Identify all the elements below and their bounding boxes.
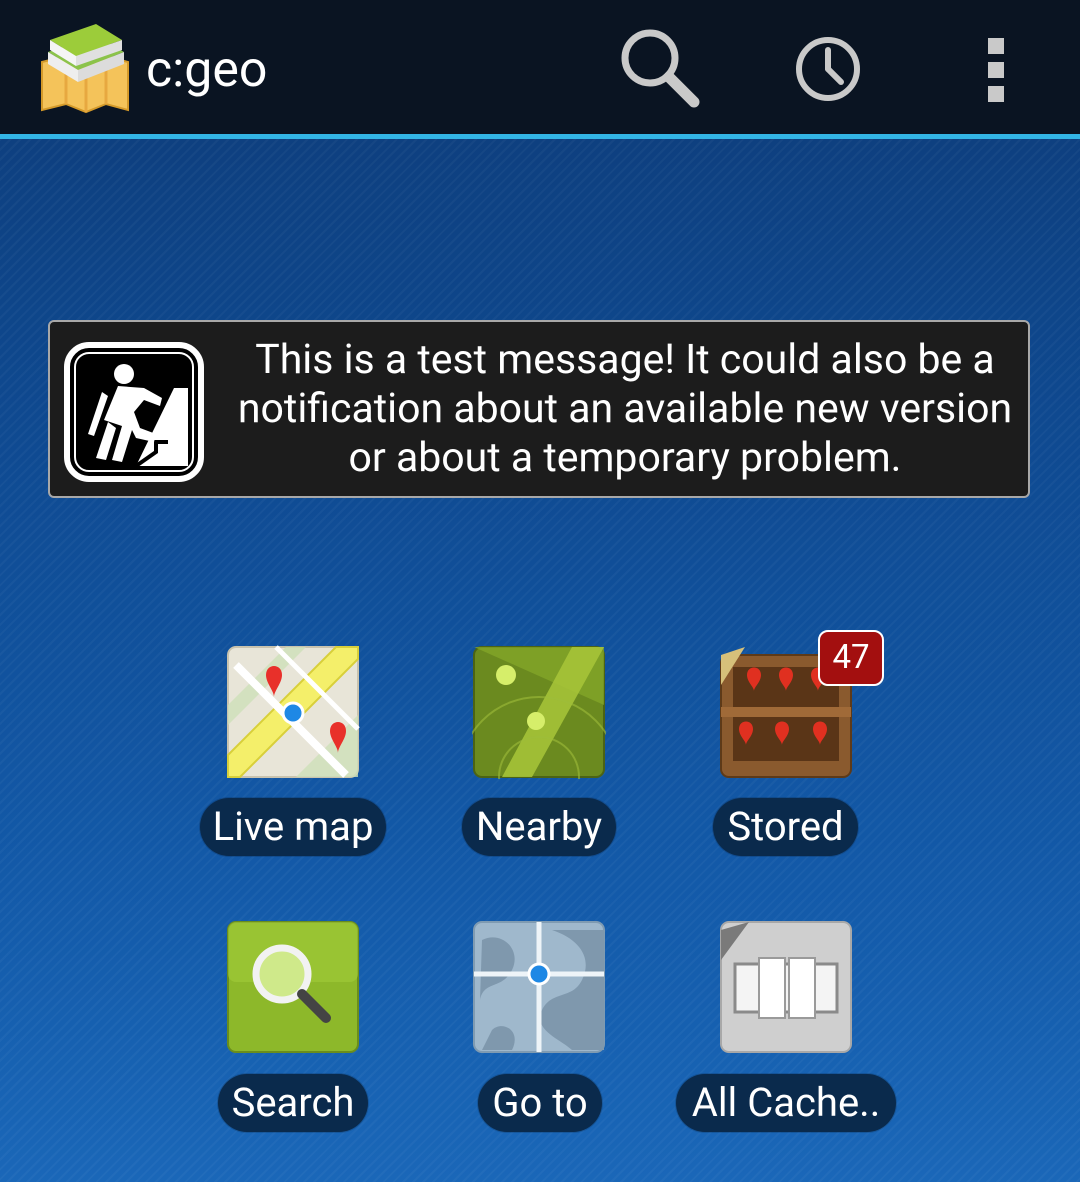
nearby-radar-icon: [472, 646, 606, 779]
go-to-globe-icon: [473, 921, 605, 1053]
tile-label-stored: Stored: [713, 798, 858, 856]
search-magnifier-icon: [227, 921, 359, 1053]
search-icon[interactable]: [612, 22, 708, 118]
tile-label-go-to: Go to: [478, 1074, 602, 1132]
tile-label-nearby: Nearby: [462, 798, 616, 856]
action-bar: c:geo: [0, 0, 1080, 139]
stored-count-badge: 47: [818, 630, 884, 686]
message-text: This is a test message! It could also be…: [237, 336, 1013, 482]
overflow-menu-icon[interactable]: [948, 22, 1044, 118]
tile-label-live-map: Live map: [200, 798, 386, 856]
live-map-icon: [227, 645, 360, 778]
tile-label-search: Search: [218, 1074, 368, 1132]
tile-label-all-caches: All Cache..: [676, 1074, 896, 1132]
cgeo-logo-icon[interactable]: [38, 22, 132, 114]
hiker-icon: [64, 342, 204, 482]
clock-icon[interactable]: [780, 22, 876, 118]
app-title: c:geo: [146, 41, 268, 99]
status-message[interactable]: This is a test message! It could also be…: [48, 320, 1030, 498]
all-caches-icon: [720, 921, 852, 1053]
